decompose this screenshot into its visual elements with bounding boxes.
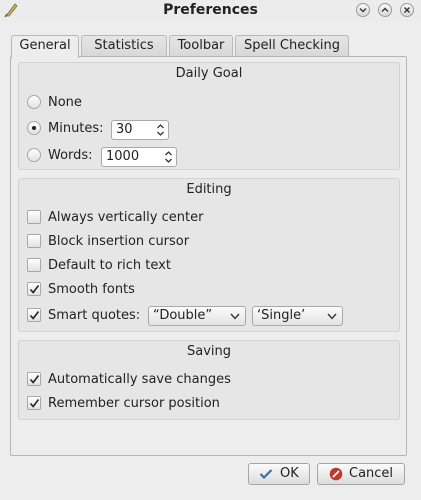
cancel-icon: [329, 467, 343, 481]
close-button[interactable]: [400, 3, 414, 17]
double-quotes-value: “Double”: [153, 308, 213, 323]
maximize-button[interactable]: [378, 3, 392, 17]
always-center-label: Always vertically center: [48, 210, 204, 225]
close-icon: [404, 7, 410, 13]
saving-group: Saving Automatically save changes Rememb…: [18, 340, 400, 420]
tab-general[interactable]: General: [11, 35, 79, 58]
minimize-icon: [359, 8, 367, 13]
daily-goal-group: Daily Goal None Minutes: 30 Words: 1000: [18, 62, 400, 170]
ok-button[interactable]: OK: [248, 463, 310, 485]
checkmark-icon: [259, 469, 273, 480]
rich-text-checkbox[interactable]: [27, 258, 41, 272]
spin-arrows-icon: [157, 124, 164, 136]
single-quotes-value: ‘Single’: [257, 308, 306, 323]
double-quotes-select[interactable]: “Double”: [148, 306, 246, 326]
smart-quotes-label: Smart quotes:: [48, 308, 141, 323]
minimize-button[interactable]: [356, 3, 370, 17]
smooth-fonts-label: Smooth fonts: [48, 282, 135, 297]
always-center-checkbox[interactable]: [27, 210, 41, 224]
goal-minutes-label: Minutes:: [48, 121, 104, 136]
editing-group: Editing Always vertically center Block i…: [18, 178, 400, 332]
title-bar: Preferences: [0, 0, 421, 22]
daily-goal-title: Daily Goal: [175, 66, 243, 81]
checkmark-icon: [29, 311, 40, 320]
checkmark-icon: [29, 285, 40, 294]
goal-words-radio[interactable]: [27, 148, 41, 162]
auto-save-label: Automatically save changes: [48, 372, 231, 387]
block-cursor-label: Block insertion cursor: [48, 234, 190, 249]
ok-label: OK: [280, 466, 299, 481]
words-value: 1000: [106, 149, 140, 164]
tab-spell-checking[interactable]: Spell Checking: [235, 35, 349, 57]
goal-none-label: None: [48, 95, 82, 110]
general-panel: Daily Goal None Minutes: 30 Words: 1000: [10, 56, 407, 456]
saving-title: Saving: [186, 344, 231, 359]
smooth-fonts-checkbox[interactable]: [27, 282, 41, 296]
chevron-down-icon: [230, 313, 240, 320]
spin-arrows-icon: [165, 151, 172, 163]
minutes-spinbox[interactable]: 30: [111, 120, 169, 140]
tab-statistics[interactable]: Statistics: [81, 35, 167, 57]
checkmark-icon: [29, 399, 40, 408]
remember-cursor-label: Remember cursor position: [48, 396, 220, 411]
goal-none-radio[interactable]: [27, 95, 41, 109]
cancel-label: Cancel: [349, 466, 394, 481]
chevron-down-icon: [327, 313, 337, 320]
maximize-icon: [381, 7, 389, 12]
goal-minutes-radio[interactable]: [27, 121, 41, 135]
words-spinbox[interactable]: 1000: [101, 147, 177, 167]
goal-words-label: Words:: [48, 148, 93, 163]
remember-cursor-checkbox[interactable]: [27, 396, 41, 410]
editing-title: Editing: [186, 182, 232, 197]
cancel-button[interactable]: Cancel: [317, 463, 405, 485]
rich-text-label: Default to rich text: [48, 258, 171, 273]
block-cursor-checkbox[interactable]: [27, 234, 41, 248]
single-quotes-select[interactable]: ‘Single’: [252, 306, 343, 326]
tab-toolbar[interactable]: Toolbar: [169, 35, 233, 57]
checkmark-icon: [29, 375, 40, 384]
auto-save-checkbox[interactable]: [27, 372, 41, 386]
smart-quotes-checkbox[interactable]: [27, 308, 41, 322]
minutes-value: 30: [116, 122, 133, 137]
